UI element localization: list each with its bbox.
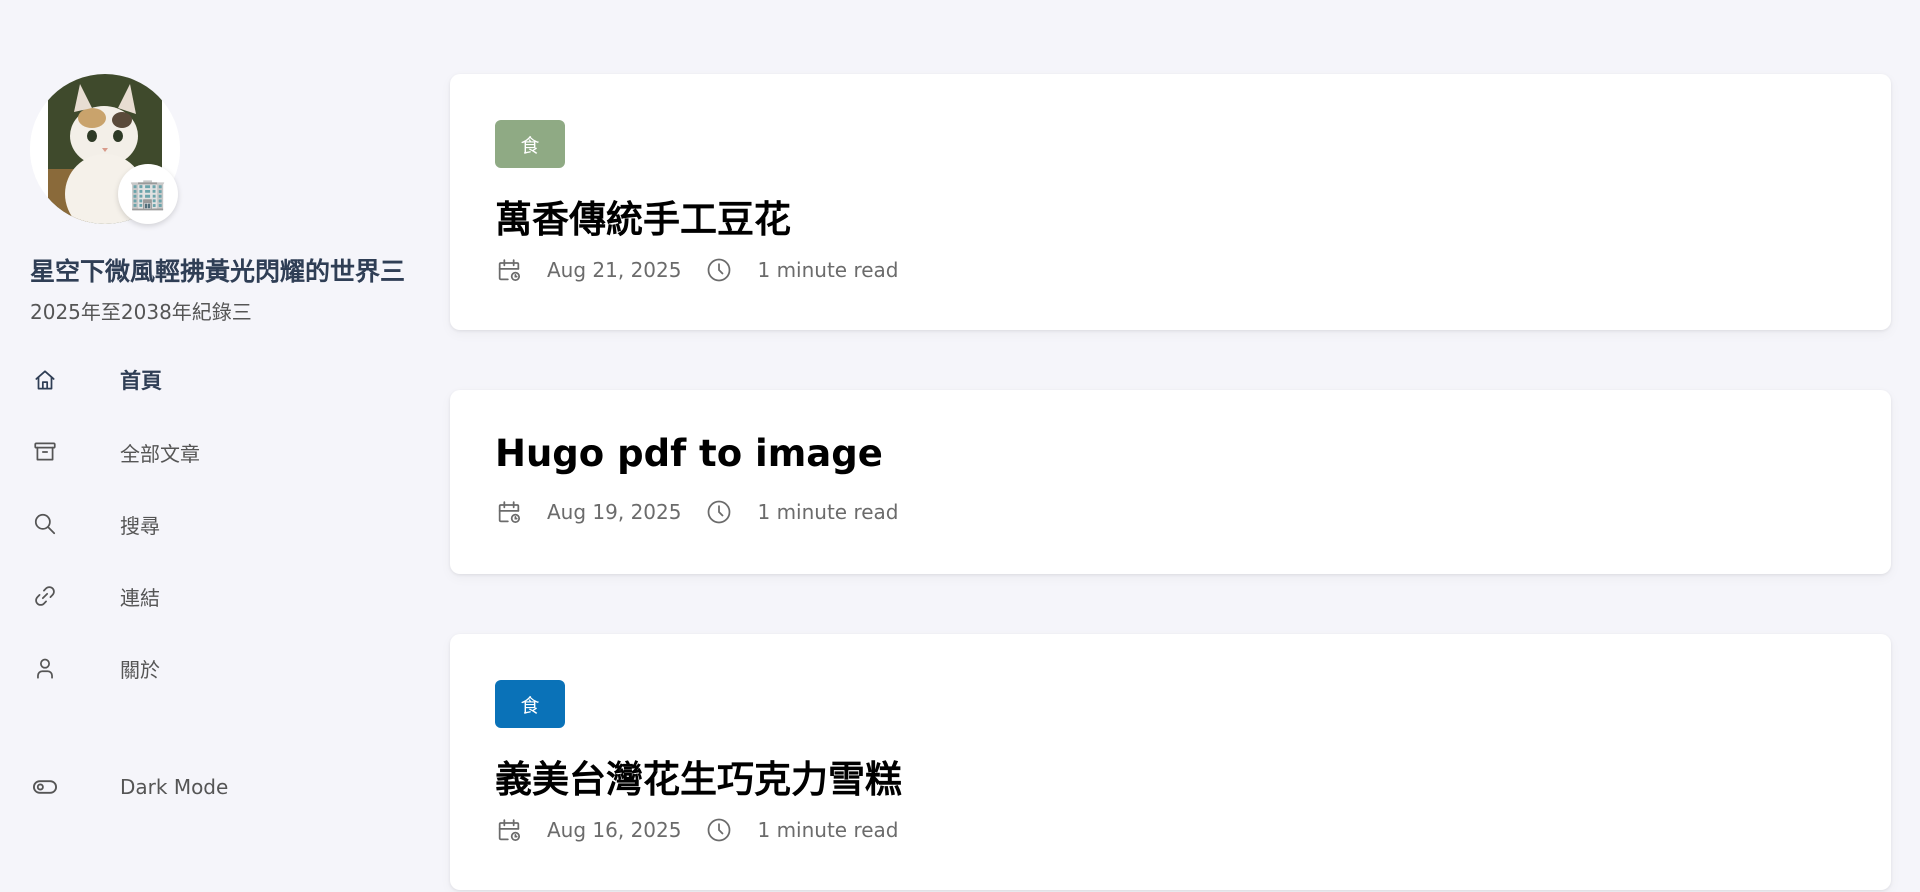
article-card[interactable]: Hugo pdf to image Aug 19, 2025 1 minute …	[450, 390, 1891, 574]
link-icon	[30, 581, 60, 611]
menu-item-label: 關於	[120, 657, 160, 682]
calendar-icon	[495, 816, 523, 844]
calendar-icon	[495, 498, 523, 526]
article-date: Aug 21, 2025	[547, 258, 682, 282]
avatar-container: 🏢	[30, 74, 180, 224]
article-read-time: 1 minute read	[757, 258, 899, 282]
menu-item-about[interactable]: 關於	[30, 632, 420, 704]
search-icon	[30, 509, 60, 539]
menu-item-label: 連結	[120, 585, 160, 610]
dark-mode-toggle[interactable]: Dark Mode	[30, 767, 228, 807]
article-date: Aug 16, 2025	[547, 818, 682, 842]
site-name[interactable]: 星空下微風輕拂黃光閃耀的世界三	[30, 252, 405, 288]
menu-item-archives[interactable]: 全部文章	[30, 416, 420, 488]
category-badge[interactable]: 食	[495, 680, 565, 728]
calendar-icon	[495, 256, 523, 284]
menu-item-search[interactable]: 搜尋	[30, 488, 420, 560]
article-title[interactable]: 義美台灣花生巧克力雪糕	[495, 749, 902, 803]
menu-item-label: 首頁	[120, 369, 162, 393]
article-date: Aug 19, 2025	[547, 500, 682, 524]
article-card[interactable]: 食 萬香傳統手工豆花 Aug 21, 2025 1 minute read	[450, 74, 1891, 330]
article-read-time: 1 minute read	[757, 818, 899, 842]
dark-mode-label: Dark Mode	[120, 775, 229, 799]
menu-item-label: 全部文章	[120, 441, 200, 466]
menu-item-links[interactable]: 連結	[30, 560, 420, 632]
category-badge[interactable]: 食	[495, 120, 565, 168]
article-meta: Aug 19, 2025 1 minute read	[495, 498, 899, 526]
archive-icon	[30, 437, 60, 467]
clock-icon	[705, 256, 733, 284]
main-menu: 首頁 全部文章 搜尋 連結 關於	[30, 344, 420, 704]
article-card[interactable]: 食 義美台灣花生巧克力雪糕 Aug 16, 2025 1 minute read	[450, 634, 1891, 890]
article-meta: Aug 16, 2025 1 minute read	[495, 816, 899, 844]
clock-icon	[705, 816, 733, 844]
clock-icon	[705, 498, 733, 526]
building-emoji-badge: 🏢	[118, 164, 178, 224]
site-description: 2025年至2038年紀錄三	[30, 300, 252, 324]
home-icon	[30, 365, 60, 395]
article-title[interactable]: 萬香傳統手工豆花	[495, 189, 791, 243]
menu-item-label: 搜尋	[120, 513, 160, 538]
article-title[interactable]: Hugo pdf to image	[495, 432, 883, 475]
building-icon: 🏢	[129, 176, 167, 212]
user-icon	[30, 653, 60, 683]
toggle-icon	[30, 772, 60, 802]
menu-item-home[interactable]: 首頁	[30, 344, 420, 416]
sidebar: 🏢 星空下微風輕拂黃光閃耀的世界三 2025年至2038年紀錄三 首頁 全部文章	[30, 74, 420, 884]
article-list: 食 萬香傳統手工豆花 Aug 21, 2025 1 minute read Hu…	[450, 74, 1891, 890]
article-read-time: 1 minute read	[757, 500, 899, 524]
article-meta: Aug 21, 2025 1 minute read	[495, 256, 899, 284]
